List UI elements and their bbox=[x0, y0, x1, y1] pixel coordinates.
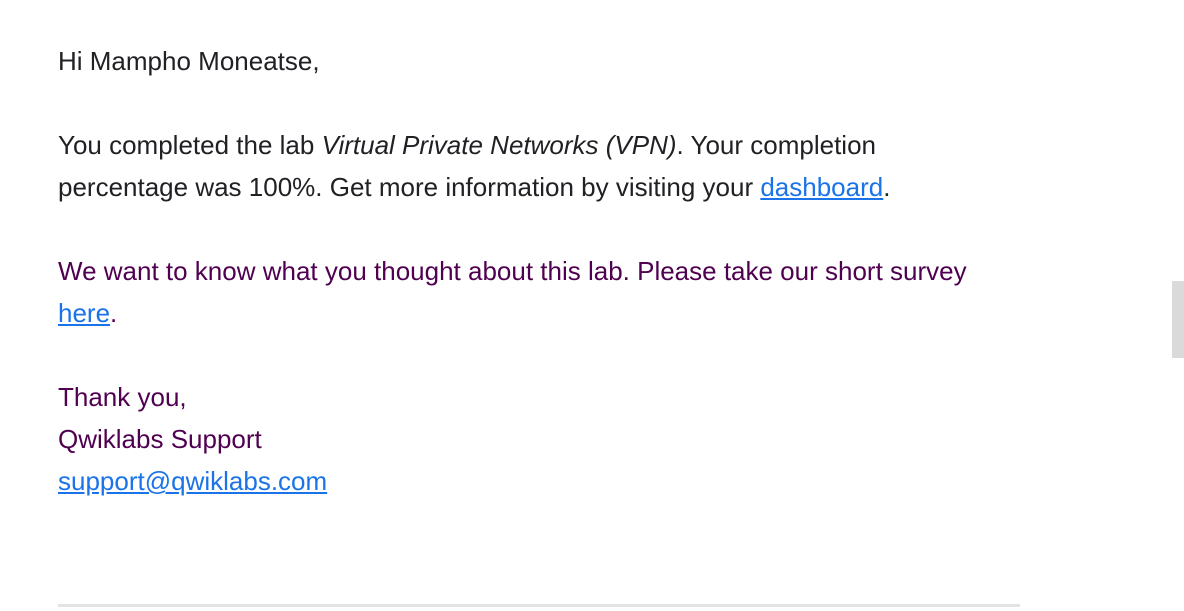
completion-paragraph: You completed the lab Virtual Private Ne… bbox=[58, 124, 978, 208]
lab-name: Virtual Private Networks (VPN) bbox=[321, 130, 677, 160]
survey-link[interactable]: here bbox=[58, 298, 110, 328]
support-email-link[interactable]: support@qwiklabs.com bbox=[58, 460, 978, 502]
dashboard-link[interactable]: dashboard bbox=[760, 172, 883, 202]
survey-text: We want to know what you thought about t… bbox=[58, 256, 967, 286]
signoff-thanks: Thank you, bbox=[58, 382, 187, 412]
survey-paragraph: We want to know what you thought about t… bbox=[58, 250, 978, 334]
completion-suffix: . bbox=[883, 172, 891, 202]
signoff-team: Qwiklabs Support bbox=[58, 424, 262, 454]
completion-prefix: You completed the lab bbox=[58, 130, 322, 160]
footer-divider bbox=[58, 604, 1020, 607]
greeting: Hi Mampho Moneatse, bbox=[58, 46, 320, 76]
scrollbar-thumb[interactable] bbox=[1172, 281, 1184, 358]
survey-suffix: . bbox=[110, 298, 118, 328]
signoff: Thank you, Qwiklabs Support support@qwik… bbox=[58, 376, 978, 502]
email-body: Hi Mampho Moneatse, You completed the la… bbox=[58, 40, 978, 502]
